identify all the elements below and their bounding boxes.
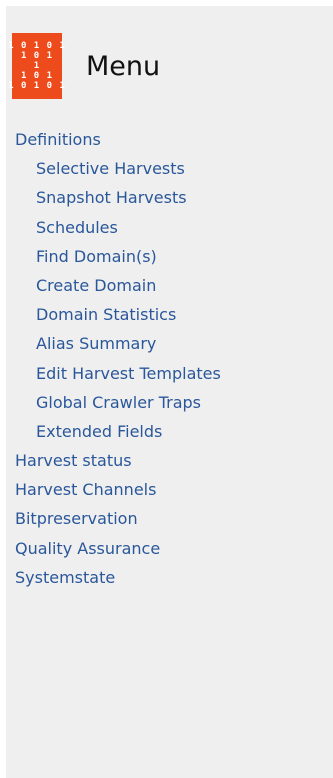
menu-item-schedules[interactable]: Schedules <box>15 218 221 247</box>
logo-line: 1 0 1 0 1 <box>8 81 66 91</box>
menu-item-systemstate[interactable]: Systemstate <box>15 568 221 597</box>
menu-item-harvest-channels[interactable]: Harvest Channels <box>15 480 221 509</box>
menu-item-selective-harvests[interactable]: Selective Harvests <box>15 159 221 188</box>
menu-item-quality-assurance[interactable]: Quality Assurance <box>15 539 221 568</box>
logo-line: 1 0 1 <box>20 71 54 81</box>
menu-item-find-domains[interactable]: Find Domain(s) <box>15 247 221 276</box>
menu-item-snapshot-harvests[interactable]: Snapshot Harvests <box>15 188 221 217</box>
logo-line: 1 0 1 0 1 <box>8 41 66 51</box>
menu-item-harvest-status[interactable]: Harvest status <box>15 451 221 480</box>
logo-line: 1 0 1 <box>20 51 54 61</box>
menu-item-domain-statistics[interactable]: Domain Statistics <box>15 305 221 334</box>
menu-item-create-domain[interactable]: Create Domain <box>15 276 221 305</box>
menu-title: Menu <box>86 50 161 82</box>
navigation-menu: Definitions Selective Harvests Snapshot … <box>15 130 221 597</box>
menu-item-definitions[interactable]: Definitions <box>15 130 221 159</box>
menu-item-extended-fields[interactable]: Extended Fields <box>15 422 221 451</box>
menu-header: 1 0 1 0 1 1 0 1 1 1 0 1 1 0 1 0 1 Menu <box>8 33 161 99</box>
logo-line: 1 <box>33 61 41 71</box>
menu-item-alias-summary[interactable]: Alias Summary <box>15 334 221 363</box>
binary-logo-icon: 1 0 1 0 1 1 0 1 1 1 0 1 1 0 1 0 1 <box>8 33 65 99</box>
menu-item-global-crawler-traps[interactable]: Global Crawler Traps <box>15 393 221 422</box>
menu-item-edit-harvest-templates[interactable]: Edit Harvest Templates <box>15 364 221 393</box>
menu-panel: 1 0 1 0 1 1 0 1 1 1 0 1 1 0 1 0 1 Menu D… <box>6 6 333 778</box>
menu-item-bitpreservation[interactable]: Bitpreservation <box>15 509 221 538</box>
